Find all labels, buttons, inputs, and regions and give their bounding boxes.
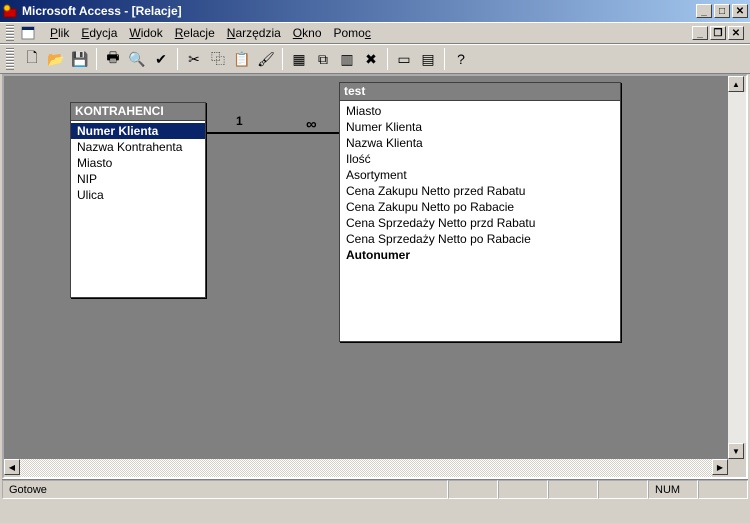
mdi-minimize-button[interactable]: _ (692, 26, 708, 40)
field-row[interactable]: Nazwa Kontrahenta (71, 139, 205, 155)
toolbar-print-button[interactable]: 🖶 (101, 47, 125, 71)
mdi-window-controls: _ ❐ ✕ (692, 26, 744, 40)
relationships-canvas[interactable]: 1 ∞ KONTRAHENCINumer KlientaNazwa Kontra… (4, 76, 728, 459)
status-num: NUM (648, 480, 698, 499)
paste-icon: 📋 (233, 51, 250, 68)
status-pane-2 (498, 480, 548, 499)
cardinality-right: ∞ (306, 116, 317, 133)
toolbar-copy-button[interactable]: ⿻ (206, 47, 230, 71)
minimize-button[interactable]: _ (696, 4, 712, 18)
status-pane-5 (698, 480, 748, 499)
field-row[interactable]: Miasto (71, 155, 205, 171)
field-row[interactable]: Ilość (340, 151, 620, 167)
vertical-scrollbar[interactable]: ▲ ▼ (728, 76, 746, 459)
mdi-restore-button[interactable]: ❐ (710, 26, 726, 40)
props-icon: ▭ (397, 51, 410, 68)
toolbar-show-table-button[interactable]: ▦ (287, 47, 311, 71)
cardinality-left: 1 (236, 114, 243, 128)
status-bar: Gotowe NUM (2, 479, 748, 499)
close-button[interactable]: ✕ (732, 4, 748, 18)
show-all-icon: ▥ (340, 51, 353, 68)
relationships-workspace: 1 ∞ KONTRAHENCINumer KlientaNazwa Kontra… (2, 74, 748, 479)
field-row[interactable]: Asortyment (340, 167, 620, 183)
print-icon: 🖶 (106, 47, 119, 71)
field-row[interactable]: Cena Zakupu Netto po Rabacie (340, 199, 620, 215)
field-row[interactable]: Cena Sprzedaży Netto przd Rabatu (340, 215, 620, 231)
toolbar-paste-button[interactable]: 📋 (230, 47, 254, 71)
menu-items: PlikEdycjaWidokRelacjeNarzędziaOknoPomoc (44, 26, 377, 40)
status-pane-3 (548, 480, 598, 499)
scroll-down-button[interactable]: ▼ (728, 443, 744, 459)
field-row[interactable]: Cena Sprzedaży Netto po Rabacie (340, 231, 620, 247)
table-window-test[interactable]: testMiastoNumer KlientaNazwa KlientaIloś… (339, 82, 621, 342)
help-icon: ? (457, 51, 465, 67)
menu-okno[interactable]: Okno (287, 24, 328, 42)
toolbar-format-painter-button[interactable]: 🖌 (254, 47, 278, 71)
maximize-button[interactable]: □ (714, 4, 730, 18)
window-controls: _ □ ✕ (696, 4, 748, 18)
field-row[interactable]: Miasto (340, 103, 620, 119)
table-window-kontrahenci[interactable]: KONTRAHENCINumer KlientaNazwa Kontrahent… (70, 102, 206, 298)
toolbar-open-button[interactable]: 📂 (44, 47, 68, 71)
menubar-grip[interactable] (6, 25, 14, 41)
spell-icon: ✔ (155, 51, 167, 68)
field-row[interactable]: Numer Klienta (71, 123, 205, 139)
status-pane-4 (598, 480, 648, 499)
new-icon: 🗋 (26, 47, 37, 71)
scroll-left-button[interactable]: ◀ (4, 459, 20, 475)
toolbar-spell-button[interactable]: ✔ (149, 47, 173, 71)
menu-narzędzia[interactable]: Narzędzia (221, 24, 287, 42)
menu-edycja[interactable]: Edycja (75, 24, 123, 42)
field-row[interactable]: Numer Klienta (340, 119, 620, 135)
window-title: Microsoft Access - [Relacje] (22, 4, 696, 18)
menu-relacje[interactable]: Relacje (169, 24, 221, 42)
field-list: Numer KlientaNazwa KontrahentaMiastoNIPU… (71, 121, 205, 205)
mdi-close-button[interactable]: ✕ (728, 26, 744, 40)
horizontal-scrollbar[interactable]: ◀ ▶ (4, 459, 728, 477)
clear-layout-icon: ✖ (365, 51, 377, 68)
toolbar-show-all-button[interactable]: ▥ (335, 47, 359, 71)
field-list: MiastoNumer KlientaNazwa KlientaIlośćAso… (340, 101, 620, 265)
toolbar: 🗋 📂 💾 🖶 🔍 ✔ ✂ ⿻ 📋 🖌 ▦ ⧉ ▥ ✖ ▭ ▤? (0, 44, 750, 74)
field-row[interactable]: Autonumer (340, 247, 620, 263)
preview-icon: 🔍 (128, 51, 145, 68)
status-pane-1 (448, 480, 498, 499)
toolbar-props-button[interactable]: ▭ (392, 47, 416, 71)
menu-pomoc[interactable]: Pomoc (328, 24, 377, 42)
field-row[interactable]: Ulica (71, 187, 205, 203)
app-icon (2, 3, 18, 19)
field-row[interactable]: Cena Zakupu Netto przed Rabatu (340, 183, 620, 199)
toolbar-grip[interactable] (6, 48, 14, 70)
show-table-icon: ▦ (292, 51, 305, 68)
relationship-line[interactable] (206, 132, 339, 134)
toolbar-new-button[interactable]: 🗋 (20, 47, 44, 71)
field-row[interactable]: Nazwa Klienta (340, 135, 620, 151)
field-row[interactable]: NIP (71, 171, 205, 187)
menu-bar: PlikEdycjaWidokRelacjeNarzędziaOknoPomoc… (0, 22, 750, 44)
table-title[interactable]: test (340, 83, 620, 101)
title-bar: Microsoft Access - [Relacje] _ □ ✕ (0, 0, 750, 22)
cut-icon: ✂ (188, 51, 200, 68)
db-window-icon: ▤ (421, 51, 434, 68)
scroll-right-button[interactable]: ▶ (712, 459, 728, 475)
open-icon: 📂 (47, 51, 64, 68)
scroll-corner (728, 459, 746, 477)
scroll-up-button[interactable]: ▲ (728, 76, 744, 92)
menu-widok[interactable]: Widok (123, 24, 168, 42)
toolbar-clear-layout-button[interactable]: ✖ (359, 47, 383, 71)
mdi-sysmenu-icon[interactable] (20, 25, 36, 41)
save-icon: 💾 (71, 51, 88, 68)
table-title[interactable]: KONTRAHENCI (71, 103, 205, 121)
toolbar-preview-button[interactable]: 🔍 (125, 47, 149, 71)
toolbar-db-window-button[interactable]: ▤ (416, 47, 440, 71)
format-painter-icon: 🖌 (257, 51, 275, 68)
show-direct-icon: ⧉ (318, 51, 328, 68)
toolbar-cut-button[interactable]: ✂ (182, 47, 206, 71)
copy-icon: ⿻ (211, 49, 225, 69)
status-text: Gotowe (2, 480, 448, 499)
menu-plik[interactable]: Plik (44, 24, 75, 42)
toolbar-help-button[interactable]: ? (449, 47, 473, 71)
toolbar-save-button[interactable]: 💾 (68, 47, 92, 71)
toolbar-show-direct-button[interactable]: ⧉ (311, 47, 335, 71)
